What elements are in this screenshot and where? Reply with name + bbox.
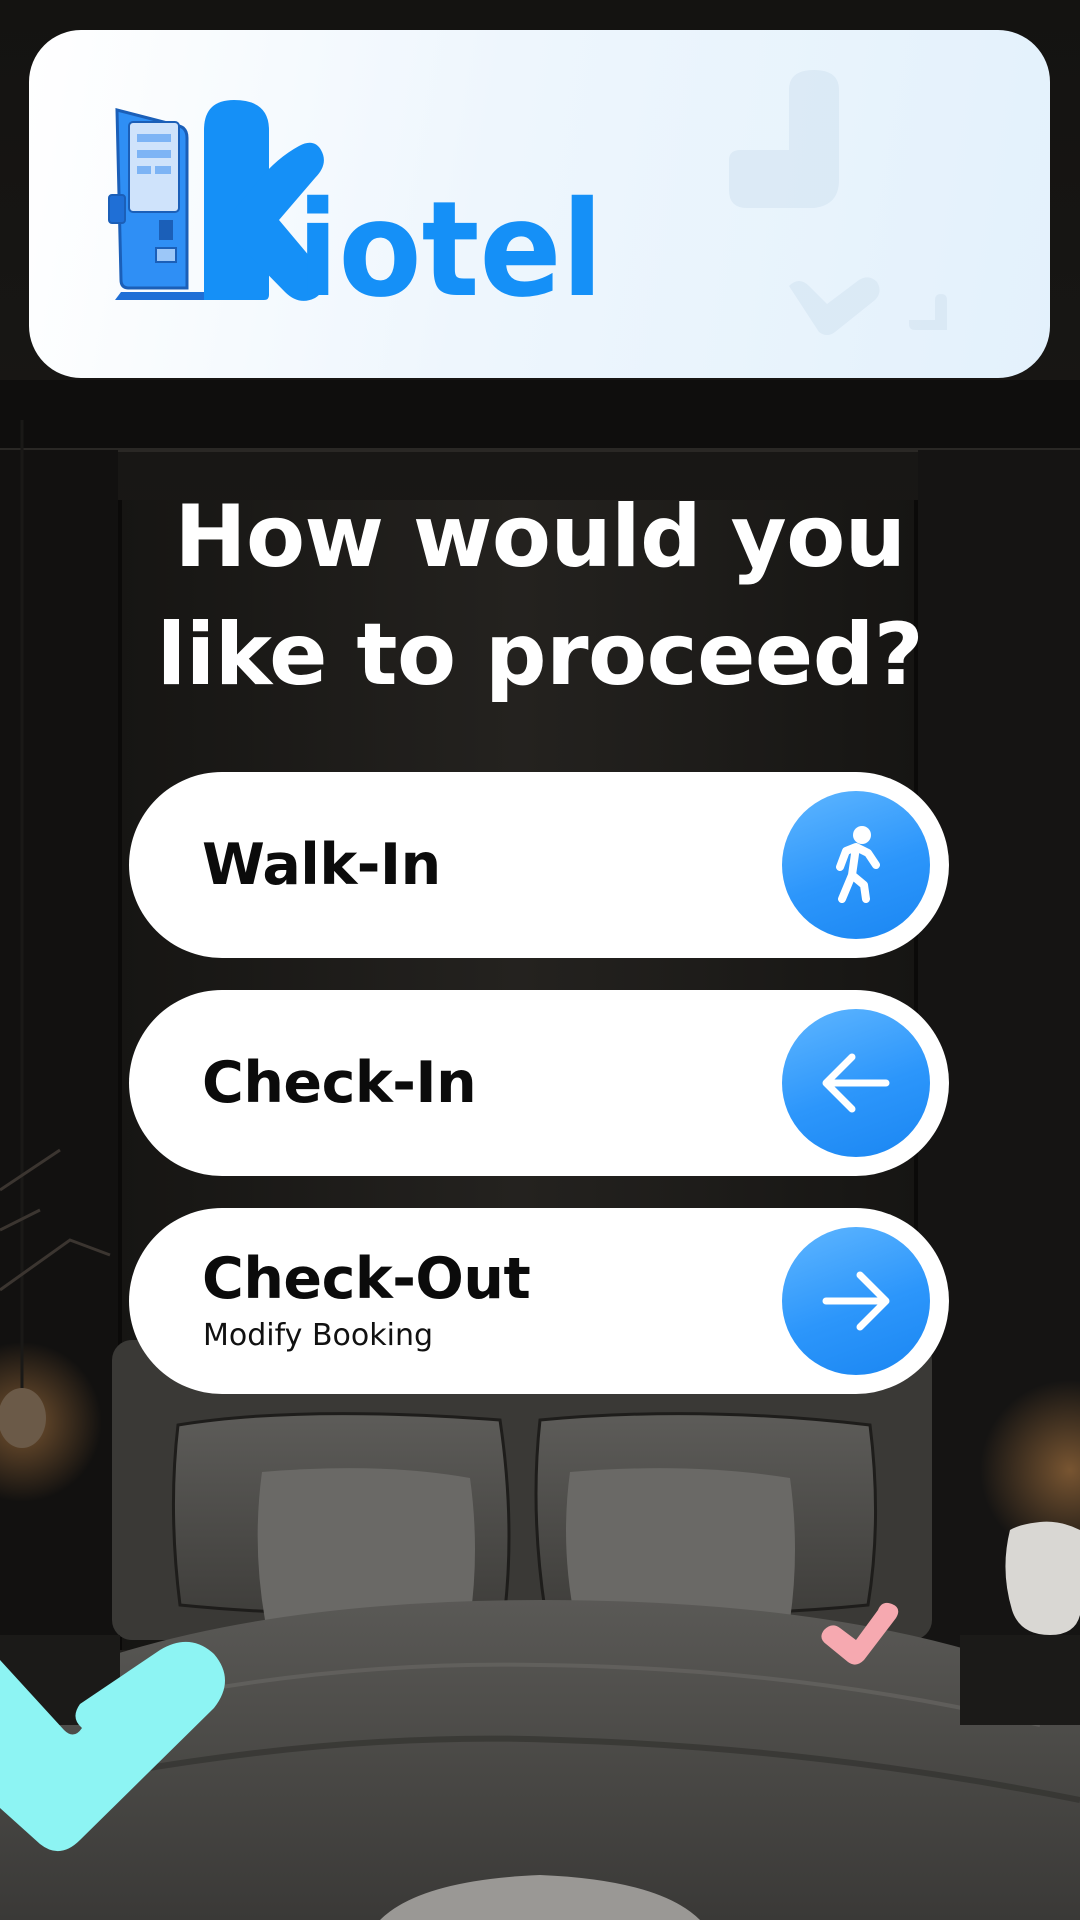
check-in-label: Check-In (202, 1050, 477, 1116)
kiosk-screen: iotel How would you like to proceed? Wal… (0, 0, 1080, 1920)
logo-wordmark: iotel (297, 173, 603, 327)
check-out-label: Check-Out (202, 1246, 531, 1312)
walk-in-label: Walk-In (202, 832, 441, 898)
check-in-icon-circle (782, 1009, 930, 1157)
page-title: How would you like to proceed? (0, 478, 1080, 714)
arrow-left-icon (822, 1053, 890, 1113)
walk-in-icon-circle (782, 791, 930, 939)
walking-person-icon (836, 826, 880, 903)
page-title-line-1: How would you (174, 487, 906, 587)
walk-in-button[interactable]: Walk-In (129, 772, 949, 958)
page-title-line-2: like to proceed? (156, 605, 924, 705)
background-check-shapes (729, 70, 947, 335)
decorative-check-pink (821, 1602, 899, 1665)
kiotel-logo: iotel (108, 70, 947, 335)
check-out-button[interactable]: Check-Out Modify Booking (129, 1208, 949, 1394)
check-out-icon-circle (782, 1227, 930, 1375)
check-in-button[interactable]: Check-In (129, 990, 949, 1176)
arrow-right-icon (822, 1271, 890, 1331)
brand-header-card: iotel (29, 30, 1050, 378)
decorative-check-cyan (0, 1641, 225, 1852)
modify-booking-label: Modify Booking (203, 1318, 433, 1353)
